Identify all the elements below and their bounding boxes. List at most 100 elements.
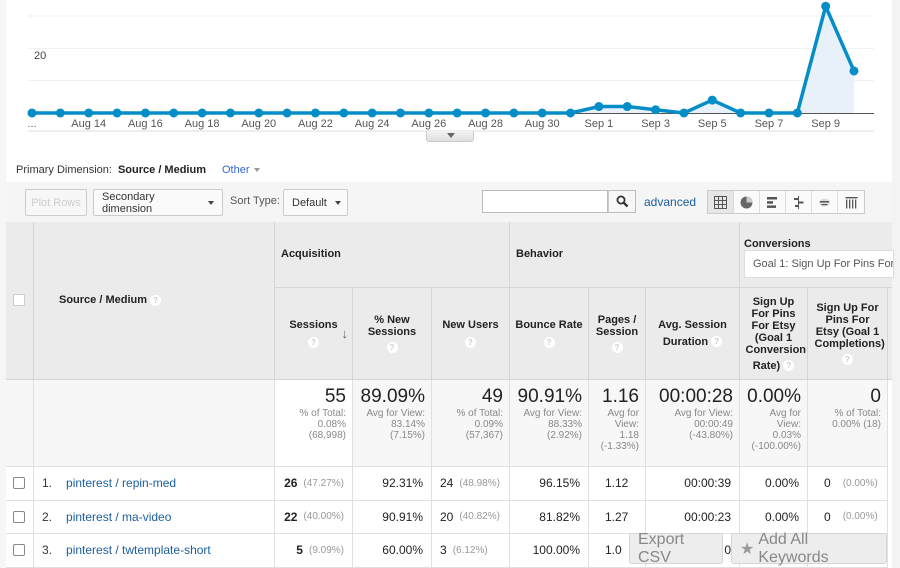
duration-value: 0 [724,543,731,558]
view-term-cloud-button[interactable] [812,191,838,213]
help-icon[interactable]: ? [711,336,723,348]
data-point [792,108,802,118]
export-csv-button[interactable]: Export CSV [629,531,723,566]
sessions-value: 5 [296,543,303,558]
view-comparison-button[interactable] [786,191,812,213]
x-tick-label: Sep 3 [641,118,670,130]
help-icon[interactable]: ? [465,337,476,348]
col-goal-conversion-rate-label: Sign Up For Pins For Etsy (Goal 1 Conver… [745,295,807,356]
help-icon[interactable]: ? [150,294,162,306]
completions-pct: (0.00%) [842,477,878,489]
total-new-users: 49 % of Total: 0.09% (57,367) [432,380,510,467]
row-checkbox[interactable] [13,544,25,557]
dimension-header[interactable]: Source / Medium ? [34,222,275,380]
row-checkbox[interactable] [13,510,25,523]
help-icon[interactable]: ? [611,342,623,353]
data-point [197,108,207,118]
comparison-icon [794,195,804,209]
help-icon[interactable]: ? [783,360,795,372]
add-all-keywords-button[interactable]: ★ Add All Keywords [731,531,887,566]
chart-collapse-handle[interactable] [426,131,474,142]
secondary-dimension-dropdown[interactable]: Secondary dimension [93,189,223,216]
x-tick-label: Aug 30 [524,118,560,130]
help-icon[interactable]: ? [386,342,398,353]
data-point [736,108,746,118]
sessions-value: 22 [284,509,298,524]
pages-value: 1.0 [605,543,622,558]
view-performance-button[interactable] [760,191,786,213]
view-table-button[interactable] [708,191,734,213]
col-pages-session-label: Pages / Session [595,314,639,338]
col-goal-conversion-rate[interactable]: Sign Up For Pins For Etsy (Goal 1 Conver… [740,288,808,380]
row-completions: 0 (0.00%) [808,467,888,501]
col-bounce-rate[interactable]: Bounce Rate ? [510,288,589,380]
row-new-users: 3 (6.12%) [432,534,510,568]
col-avg-session-duration[interactable]: Avg. Session Duration ? [646,288,740,380]
advanced-filter-link[interactable]: advanced [644,195,696,209]
pages-value: 1.12 [605,476,629,491]
row-source-link[interactable]: pinterest / repin-med [66,476,176,490]
primary-dimension-other[interactable]: Other [222,164,260,176]
row-new-users: 20 (40.82%) [432,500,510,534]
chart-svg [27,1,874,132]
data-point [282,108,292,118]
pivot-icon [845,196,857,208]
data-point [339,108,349,118]
col-new-users[interactable]: New Users ? [432,288,510,380]
row-bounce-rate: 96.15% [510,467,589,501]
series-area [32,6,854,113]
col-pages-session[interactable]: Pages / Session ? [589,288,646,380]
search-button[interactable] [608,190,636,213]
data-point [140,108,150,118]
caret-down-icon [334,200,341,205]
primary-dimension-label: Primary Dimension: [16,164,112,176]
col-sessions[interactable]: Sessions ? ↓ [275,288,353,380]
view-pivot-button[interactable] [838,191,864,213]
plot-rows-button[interactable]: Plot Rows [25,189,87,216]
row-sessions: 22 (40.00%) [275,500,353,534]
table-search-input[interactable] [482,190,608,213]
primary-dimension-current[interactable]: Source / Medium [118,164,206,176]
group-acquisition: Acquisition [275,222,510,288]
row-new-users: 24 (48.98%) [432,467,510,501]
caret-down-icon [253,168,260,173]
total-goal-conversion-rate: 0.00% Avg for View: 0.03% (-100.00%) [740,380,808,467]
total-sessions: 55 % of Total: 0.08% (68,998) [275,380,353,467]
new-users-pct: (6.12%) [452,544,488,556]
help-icon[interactable]: ? [543,337,555,348]
select-all-checkbox[interactable] [13,294,25,306]
other-link[interactable]: Other [222,164,250,176]
data-point [764,108,774,118]
row-select-cell [6,467,34,501]
data-point [566,108,576,118]
sort-type-label: Sort Type: [230,195,280,207]
sessions-line-chart: 20 ... Aug 14 Aug 16 Aug 18 Aug 20 Aug 22 Aug … [0,0,900,145]
row-pct-new-sessions: 60.00% [353,534,432,568]
data-point [537,108,547,118]
x-tick-label: Aug 22 [298,118,333,130]
row-source-cell: 2. pinterest / ma-video [34,500,275,534]
dimension-header-label: Source / Medium ? [59,294,162,306]
x-tick-label: Sep 9 [811,118,841,130]
help-icon[interactable]: ? [842,354,853,365]
row-bounce-rate: 100.00% [510,534,589,568]
row-source-link[interactable]: pinterest / ma-video [66,510,171,524]
group-behavior-label: Behavior [516,248,564,260]
row-pct-new-sessions: 92.31% [353,467,432,501]
data-point [481,108,491,118]
row-checkbox[interactable] [13,477,25,490]
sort-type-dropdown[interactable]: Default [283,189,348,216]
help-icon[interactable]: ? [308,337,319,348]
view-pie-button[interactable] [734,191,760,213]
sessions-value: 26 [284,476,298,491]
goal-select-dropdown[interactable]: Goal 1: Sign Up For Pins For Etsy [744,250,894,278]
new-users-pct: (40.82%) [459,511,500,523]
caret-down-icon [208,200,214,205]
total-goal-completions: 0 % of Total: 0.00% (18) [808,380,888,467]
data-point [622,102,632,112]
col-goal-completions[interactable]: Sign Up For Pins For Etsy (Goal 1 Comple… [808,288,888,380]
pct-new-value: 92.31% [382,476,423,491]
col-pct-new-sessions[interactable]: % New Sessions ? [353,288,432,380]
row-source-link[interactable]: pinterest / twtemplate-short [66,543,211,557]
row-avg-duration: 00:00:39 [646,467,740,501]
